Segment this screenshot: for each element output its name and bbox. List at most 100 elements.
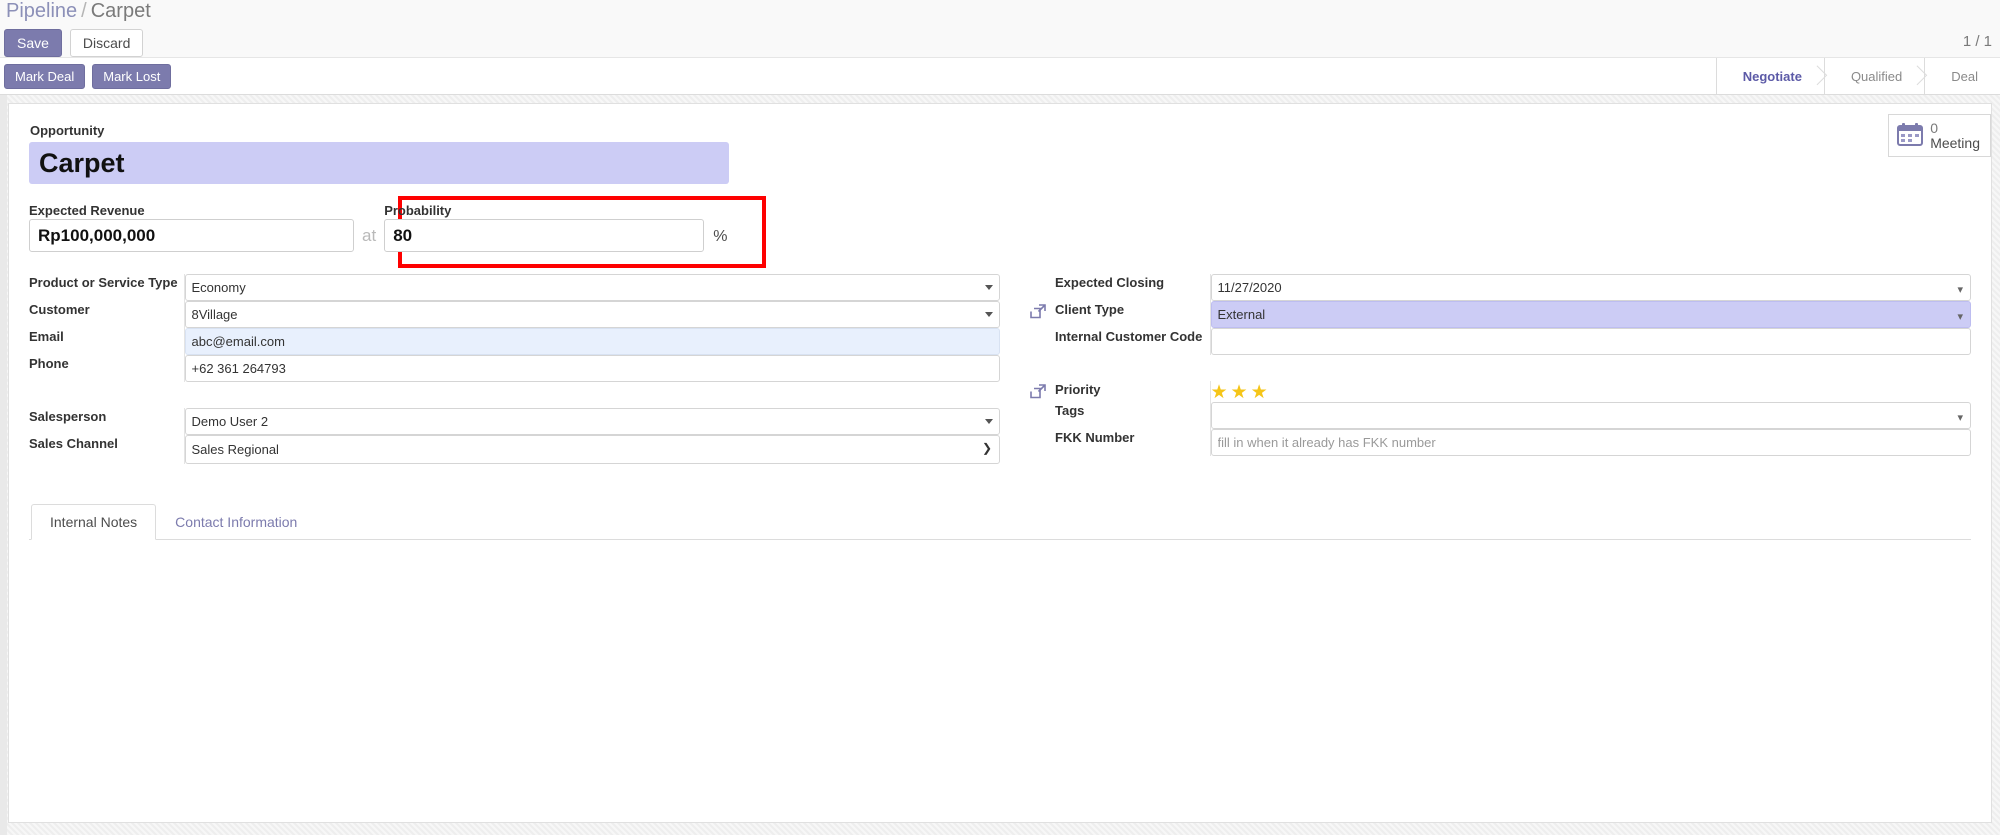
customer-input[interactable]	[184, 301, 1000, 328]
expected-revenue-field: Expected Revenue	[29, 202, 354, 252]
breadcrumb-separator: /	[81, 0, 87, 22]
field-row-product-type: Product or Service Type	[29, 274, 1000, 301]
probability-input[interactable]	[384, 219, 705, 252]
fkk-number-label: FKK Number	[1055, 430, 1135, 445]
form-column-left: Product or Service Type Customer	[29, 274, 1000, 464]
salesperson-label: Salesperson	[29, 409, 107, 424]
email-label: Email	[29, 329, 64, 344]
tags-input[interactable]	[1210, 402, 1971, 429]
breadcrumb-current: Carpet	[90, 0, 151, 22]
right-field-group-1: Expected Closing ▾	[1028, 274, 1971, 355]
client-type-label: Client Type	[1055, 302, 1125, 317]
notebook-tabs: Internal Notes Contact Information	[29, 504, 1971, 540]
field-row-phone: Phone	[29, 355, 1000, 382]
tags-field: ▾	[1210, 402, 1971, 429]
star-icon[interactable]: ★	[1251, 383, 1268, 402]
meeting-stat-button[interactable]: 0 Meeting	[1888, 114, 1991, 158]
priority-stars[interactable]: ★ ★ ★	[1211, 381, 1972, 402]
tags-label: Tags	[1055, 403, 1085, 418]
email-input[interactable]	[184, 328, 1000, 355]
client-type-input[interactable]	[1210, 301, 1971, 328]
probability-field: Probability	[384, 202, 705, 252]
tab-internal-notes[interactable]: Internal Notes	[31, 504, 157, 540]
field-row-salesperson: Salesperson	[29, 408, 1000, 435]
discard-button[interactable]: Discard	[69, 29, 144, 57]
star-icon[interactable]: ★	[1231, 383, 1248, 402]
probability-percent-sign: %	[713, 228, 728, 245]
stat-buttons: 0 Meeting	[1888, 114, 1991, 158]
meeting-count: 0	[1930, 120, 1938, 136]
field-row-email: Email	[29, 328, 1000, 355]
probability-label: Probability	[384, 203, 452, 218]
product-type-label: Product or Service Type	[29, 275, 178, 290]
left-field-group-1: Product or Service Type Customer	[29, 274, 1000, 382]
tab-contact-information[interactable]: Contact Information	[156, 504, 316, 540]
sales-channel-label: Sales Channel	[29, 436, 118, 451]
field-row-client-type: Client Type ▾	[1028, 301, 1971, 328]
statusbar: Negotiate Qualified Deal	[1715, 58, 2000, 94]
breadcrumb-root[interactable]: Pipeline	[6, 0, 77, 22]
save-button[interactable]: Save	[4, 29, 62, 57]
product-type-input[interactable]	[184, 274, 1000, 301]
sales-channel-input[interactable]	[184, 435, 1000, 464]
customer-field	[184, 301, 1000, 328]
salesperson-field	[184, 408, 1000, 435]
sheet-background: 0 Meeting Opportunity Expected Revenue a…	[0, 95, 2000, 835]
external-link-icon[interactable]	[1030, 383, 1047, 403]
phone-input[interactable]	[184, 355, 1000, 382]
salesperson-input[interactable]	[184, 408, 1000, 435]
action-buttons: Mark Deal Mark Lost	[0, 63, 172, 89]
field-row-tags: Tags ▾	[1028, 402, 1971, 429]
meeting-stat-text: 0 Meeting	[1930, 121, 1980, 150]
field-row-priority: Priority ★ ★ ★	[1028, 381, 1971, 402]
star-icon[interactable]: ★	[1211, 383, 1228, 402]
form-columns: Product or Service Type Customer	[29, 274, 1971, 464]
meeting-label: Meeting	[1930, 134, 1980, 151]
opportunity-input[interactable]	[29, 142, 729, 184]
statusbar-step-negotiate[interactable]: Negotiate	[1715, 58, 1824, 94]
priority-label: Priority	[1055, 382, 1101, 397]
action-bar: Mark Deal Mark Lost Negotiate Qualified …	[0, 57, 2000, 95]
field-row-internal-customer-code: Internal Customer Code	[1028, 328, 1971, 355]
statusbar-step-label: Negotiate	[1742, 68, 1802, 84]
sales-channel-field: ❯	[184, 435, 1000, 464]
revenue-joiner-text: at	[362, 226, 377, 245]
fkk-number-input[interactable]	[1210, 429, 1971, 456]
expected-revenue-label: Expected Revenue	[29, 203, 145, 218]
field-row-customer: Customer	[29, 301, 1000, 328]
notebook-body[interactable]	[29, 540, 1971, 620]
field-row-expected-closing: Expected Closing ▾	[1028, 274, 1971, 301]
customer-label: Customer	[29, 302, 90, 317]
expected-closing-field: ▾	[1210, 274, 1971, 301]
product-type-field	[184, 274, 1000, 301]
expected-revenue-input[interactable]	[29, 219, 354, 252]
internal-customer-code-label: Internal Customer Code	[1055, 329, 1203, 344]
client-type-field: ▾	[1210, 301, 1971, 328]
top-bar: Pipeline / Carpet Save Discard 1 / 1	[0, 0, 2000, 57]
statusbar-step-label: Deal	[1951, 68, 1978, 84]
internal-customer-code-input[interactable]	[1210, 328, 1971, 355]
revenue-probability-row: Expected Revenue at Probability %	[29, 196, 1971, 268]
form-column-right: Expected Closing ▾	[1000, 274, 1971, 464]
statusbar-step-deal[interactable]: Deal	[1924, 58, 2000, 94]
mark-deal-button[interactable]: Mark Deal	[4, 63, 86, 89]
field-row-fkk-number: FKK Number	[1028, 429, 1971, 456]
field-row-sales-channel: Sales Channel ❯	[29, 435, 1000, 464]
opportunity-label: Opportunity	[30, 123, 105, 138]
form-sheet: 0 Meeting Opportunity Expected Revenue a…	[8, 103, 1992, 823]
mark-lost-button[interactable]: Mark Lost	[92, 63, 172, 89]
expected-closing-label: Expected Closing	[1055, 275, 1165, 290]
record-pager[interactable]: 1 / 1	[1963, 33, 1992, 50]
phone-label: Phone	[29, 356, 69, 371]
statusbar-step-label: Qualified	[1850, 68, 1903, 84]
scroll-rail[interactable]	[0, 95, 7, 835]
expected-closing-input[interactable]	[1210, 274, 1971, 301]
external-link-icon[interactable]	[1030, 303, 1047, 323]
left-field-group-2: Salesperson Sales Channel	[29, 408, 1000, 464]
notebook: Internal Notes Contact Information	[29, 504, 1971, 620]
right-field-group-2: Priority ★ ★ ★ Tags ▾ FKK Number fill in…	[1028, 381, 1971, 456]
statusbar-step-qualified[interactable]: Qualified	[1823, 58, 1925, 94]
breadcrumb: Pipeline / Carpet	[6, 0, 151, 23]
record-toolbar: Save Discard	[4, 29, 144, 57]
calendar-icon	[1897, 122, 1924, 149]
